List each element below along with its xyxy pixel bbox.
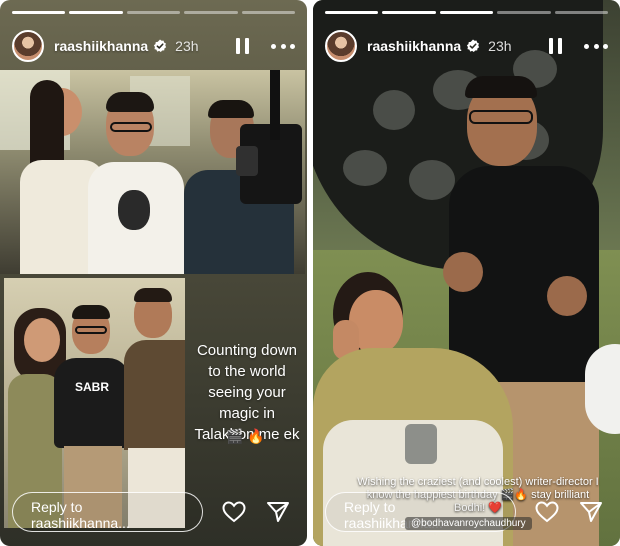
progress-segment	[554, 11, 609, 14]
progress-segment	[126, 11, 181, 14]
reply-bar: Reply to raashiikhanna...	[12, 492, 295, 532]
username[interactable]: raashiikhanna	[367, 38, 461, 54]
story-header: raashiikhanna 23h	[325, 28, 608, 64]
caption-emoji: 🎬 🔥	[226, 428, 265, 444]
heart-icon[interactable]	[221, 499, 247, 525]
story-progress-bar	[12, 11, 296, 14]
story-photo-film-set	[0, 70, 305, 274]
story-photo-umbrella	[313, 0, 620, 546]
send-icon[interactable]	[578, 499, 604, 525]
verified-badge-icon	[154, 39, 167, 53]
story-card-left[interactable]: SABR raashiikhanna 23h Counting down to …	[0, 0, 307, 546]
progress-segment	[184, 11, 238, 14]
progress-segment	[497, 11, 551, 14]
story-header: raashiikhanna 23h	[12, 28, 295, 64]
reply-input[interactable]: Reply to raashiikhanna...	[12, 492, 203, 532]
post-time: 23h	[488, 38, 512, 54]
post-time: 23h	[175, 38, 199, 54]
pause-icon[interactable]	[544, 36, 566, 56]
avatar[interactable]	[12, 30, 44, 62]
avatar[interactable]	[325, 30, 357, 62]
heart-icon[interactable]	[534, 499, 560, 525]
story-card-right[interactable]: raashiikhanna 23h Wishing the craziest (…	[313, 0, 620, 546]
progress-segment	[69, 11, 123, 14]
story-photo-group: SABR	[4, 278, 185, 528]
shirt-text: SABR	[74, 380, 109, 394]
verified-badge-icon	[467, 39, 480, 53]
progress-segment	[382, 11, 436, 14]
user-mention-tag[interactable]: @bodhavanroychaudhury	[405, 517, 532, 530]
send-icon[interactable]	[265, 499, 291, 525]
more-options-icon[interactable]	[271, 36, 295, 56]
more-options-icon[interactable]	[584, 36, 608, 56]
story-progress-bar	[325, 11, 609, 14]
username[interactable]: raashiikhanna	[54, 38, 148, 54]
progress-segment	[241, 11, 296, 14]
progress-segment	[439, 11, 494, 14]
pause-icon[interactable]	[231, 36, 253, 56]
progress-segment	[12, 11, 66, 14]
progress-segment	[325, 11, 379, 14]
